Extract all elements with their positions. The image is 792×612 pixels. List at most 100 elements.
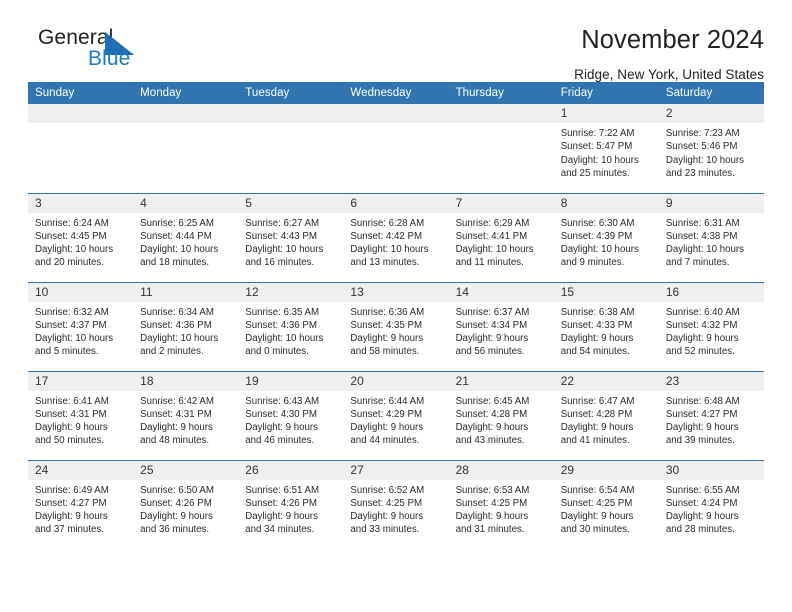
- sunrise-text: Sunrise: 6:54 AM: [560, 484, 635, 496]
- sunset-text: Sunset: 4:27 PM: [35, 497, 107, 509]
- calendar-week-row: 3 Sunrise: 6:24 AM Sunset: 4:45 PM Daylight…: [28, 193, 764, 283]
- calendar-day-cell[interactable]: 24 Sunrise: 6:49 AM Sunset: 4:27 PM Dayligh…: [28, 460, 134, 549]
- sunset-text: Sunset: 4:39 PM: [560, 230, 633, 242]
- sunset-text: Sunset: 4:38 PM: [665, 230, 738, 242]
- sunrise-text: Sunrise: 6:38 AM: [560, 306, 635, 318]
- calendar-day-cell[interactable]: 12 Sunrise: 6:35 AM Sunset: 4:36 PM Dayligh…: [238, 282, 344, 372]
- sunrise-text: Sunrise: 6:49 AM: [35, 484, 109, 496]
- daylight-text-line1: Daylight: 10 hours: [560, 154, 639, 166]
- calendar-day-cell[interactable]: 6 Sunrise: 6:28 AM Sunset: 4:42 PM Daylight…: [343, 193, 449, 283]
- daylight-text-line2: and 48 minutes.: [140, 435, 210, 447]
- sunset-text: Sunset: 4:28 PM: [560, 408, 633, 420]
- calendar-day-cell[interactable]: 9 Sunrise: 6:31 AM Sunset: 4:38 PM Daylight…: [658, 193, 764, 283]
- sun-info: Sunrise: 6:25 AM Sunset: 4:44 PM Daylight:…: [133, 213, 238, 270]
- daylight-text-line1: Daylight: 9 hours: [350, 422, 424, 434]
- daylight-text-line2: and 18 minutes.: [140, 257, 210, 269]
- calendar-day-cell[interactable]: 17 Sunrise: 6:41 AM Sunset: 4:31 PM Dayligh…: [28, 371, 134, 461]
- day-number: 14: [448, 282, 554, 302]
- sun-info: Sunrise: 6:27 AM Sunset: 4:43 PM Daylight:…: [238, 213, 343, 270]
- daylight-text-line1: Daylight: 10 hours: [350, 244, 429, 256]
- sunset-text: Sunset: 4:34 PM: [455, 319, 528, 331]
- day-number: 17: [28, 371, 134, 391]
- sunrise-text: Sunrise: 6:53 AM: [455, 484, 530, 496]
- daylight-text-line1: Daylight: 9 hours: [245, 511, 318, 523]
- day-number: 19: [238, 371, 344, 391]
- sun-info: Sunrise: 6:51 AM Sunset: 4:26 PM Daylight:…: [238, 480, 343, 537]
- calendar-day-cell[interactable]: 27 Sunrise: 6:52 AM Sunset: 4:25 PM Dayligh…: [343, 460, 449, 549]
- calendar-day-cell[interactable]: 13 Sunrise: 6:36 AM Sunset: 4:35 PM Dayligh…: [343, 282, 449, 372]
- sun-info: Sunrise: 6:41 AM Sunset: 4:31 PM Daylight:…: [28, 391, 133, 448]
- daylight-text-line1: Daylight: 9 hours: [35, 422, 108, 434]
- calendar-page: General Blue November 2024 Ridge, New Yo…: [0, 0, 792, 612]
- calendar-day-cell[interactable]: 26 Sunrise: 6:51 AM Sunset: 4:26 PM Dayligh…: [238, 460, 344, 549]
- calendar-day-cell-empty: [133, 104, 239, 194]
- sun-info: Sunrise: 6:54 AM Sunset: 4:25 PM Daylight:…: [554, 480, 659, 537]
- daylight-text-line1: Daylight: 10 hours: [245, 333, 324, 345]
- sunrise-text: Sunrise: 6:27 AM: [245, 217, 320, 229]
- daylight-text-line2: and 33 minutes.: [350, 524, 420, 536]
- day-number: 9: [658, 193, 764, 213]
- daylight-text-line2: and 11 minutes.: [455, 257, 524, 269]
- daylight-text-line1: Daylight: 9 hours: [455, 333, 529, 345]
- day-number: [448, 104, 554, 123]
- calendar-day-cell[interactable]: 10 Sunrise: 6:32 AM Sunset: 4:37 PM Dayligh…: [28, 282, 134, 372]
- calendar-day-cell[interactable]: 16 Sunrise: 6:40 AM Sunset: 4:32 PM Dayligh…: [658, 282, 764, 372]
- daylight-text-line2: and 5 minutes.: [35, 346, 99, 358]
- calendar-day-cell[interactable]: 5 Sunrise: 6:27 AM Sunset: 4:43 PM Daylight…: [238, 193, 344, 283]
- calendar-day-cell[interactable]: 2 Sunrise: 7:23 AM Sunset: 5:46 PM Daylight…: [658, 104, 764, 194]
- calendar-day-cell[interactable]: 23 Sunrise: 6:48 AM Sunset: 4:27 PM Dayligh…: [658, 371, 764, 461]
- day-number: 21: [448, 371, 554, 391]
- daylight-text-line2: and 9 minutes.: [560, 257, 625, 269]
- calendar-day-cell[interactable]: 19 Sunrise: 6:43 AM Sunset: 4:30 PM Dayligh…: [238, 371, 344, 461]
- calendar-week-row: 1 Sunrise: 7:22 AM Sunset: 5:47 PM Daylight…: [28, 104, 764, 194]
- daylight-text-line2: and 46 minutes.: [245, 435, 315, 447]
- calendar-week-row: 10 Sunrise: 6:32 AM Sunset: 4:37 PM Dayligh…: [28, 282, 764, 372]
- daylight-text-line1: Daylight: 10 hours: [665, 244, 744, 256]
- weekday-header-sunday: Sunday: [28, 82, 134, 104]
- calendar-day-cell[interactable]: 25 Sunrise: 6:50 AM Sunset: 4:26 PM Dayligh…: [133, 460, 239, 549]
- calendar-day-cell[interactable]: 15 Sunrise: 6:38 AM Sunset: 4:33 PM Dayligh…: [553, 282, 659, 372]
- calendar-day-cell[interactable]: 14 Sunrise: 6:37 AM Sunset: 4:34 PM Dayligh…: [448, 282, 554, 372]
- daylight-text-line1: Daylight: 9 hours: [245, 422, 318, 434]
- daylight-text-line1: Daylight: 10 hours: [35, 333, 114, 345]
- sunrise-text: Sunrise: 6:44 AM: [350, 395, 425, 407]
- sunrise-text: Sunrise: 6:37 AM: [455, 306, 530, 318]
- daylight-text-line2: and 13 minutes.: [350, 257, 420, 269]
- sunset-text: Sunset: 4:45 PM: [35, 230, 107, 242]
- daylight-text-line2: and 2 minutes.: [140, 346, 204, 358]
- sun-info: Sunrise: 6:37 AM Sunset: 4:34 PM Daylight:…: [449, 302, 554, 359]
- calendar-day-cell[interactable]: 20 Sunrise: 6:44 AM Sunset: 4:29 PM Dayligh…: [343, 371, 449, 461]
- daylight-text-line1: Daylight: 10 hours: [560, 244, 639, 256]
- calendar-day-cell[interactable]: 7 Sunrise: 6:29 AM Sunset: 4:41 PM Daylight…: [448, 193, 554, 283]
- calendar-day-cell-empty: [448, 104, 554, 194]
- calendar-day-cell[interactable]: 3 Sunrise: 6:24 AM Sunset: 4:45 PM Daylight…: [28, 193, 134, 283]
- sunrise-sunset-calendar: Sunday Monday Tuesday Wednesday Thursday…: [28, 82, 764, 549]
- calendar-day-cell[interactable]: 11 Sunrise: 6:34 AM Sunset: 4:36 PM Dayligh…: [133, 282, 239, 372]
- calendar-day-cell[interactable]: 4 Sunrise: 6:25 AM Sunset: 4:44 PM Daylight…: [133, 193, 239, 283]
- daylight-text-line2: and 0 minutes.: [245, 346, 309, 358]
- day-number: [133, 104, 239, 123]
- calendar-day-cell[interactable]: 18 Sunrise: 6:42 AM Sunset: 4:31 PM Dayligh…: [133, 371, 239, 461]
- sunrise-text: Sunrise: 6:51 AM: [245, 484, 320, 496]
- sun-info: Sunrise: 6:24 AM Sunset: 4:45 PM Daylight:…: [28, 213, 133, 270]
- sunset-text: Sunset: 4:33 PM: [560, 319, 633, 331]
- daylight-text-line1: Daylight: 9 hours: [560, 422, 634, 434]
- daylight-text-line2: and 54 minutes.: [560, 346, 630, 358]
- calendar-day-cell[interactable]: 21 Sunrise: 6:45 AM Sunset: 4:28 PM Dayligh…: [448, 371, 554, 461]
- daylight-text-line2: and 16 minutes.: [245, 257, 315, 269]
- day-number: 7: [448, 193, 554, 213]
- calendar-day-cell[interactable]: 28 Sunrise: 6:53 AM Sunset: 4:25 PM Dayligh…: [448, 460, 554, 549]
- page-header: General Blue November 2024 Ridge, New Yo…: [28, 0, 764, 82]
- calendar-day-cell[interactable]: 29 Sunrise: 6:54 AM Sunset: 4:25 PM Dayligh…: [553, 460, 659, 549]
- sunrise-text: Sunrise: 6:48 AM: [665, 395, 740, 407]
- sun-info: Sunrise: 6:29 AM Sunset: 4:41 PM Daylight:…: [449, 213, 554, 270]
- calendar-day-cell[interactable]: 22 Sunrise: 6:47 AM Sunset: 4:28 PM Dayligh…: [553, 371, 659, 461]
- calendar-day-cell[interactable]: 1 Sunrise: 7:22 AM Sunset: 5:47 PM Daylight…: [553, 104, 659, 194]
- day-number: [28, 104, 134, 123]
- weekday-header-saturday: Saturday: [658, 82, 764, 104]
- daylight-text-line2: and 25 minutes.: [560, 167, 630, 179]
- sunset-text: Sunset: 4:44 PM: [140, 230, 212, 242]
- calendar-day-cell[interactable]: 8 Sunrise: 6:30 AM Sunset: 4:39 PM Daylight…: [553, 193, 659, 283]
- calendar-day-cell[interactable]: 30 Sunrise: 6:55 AM Sunset: 4:24 PM Dayligh…: [658, 460, 764, 549]
- weekday-header-wednesday: Wednesday: [343, 82, 449, 104]
